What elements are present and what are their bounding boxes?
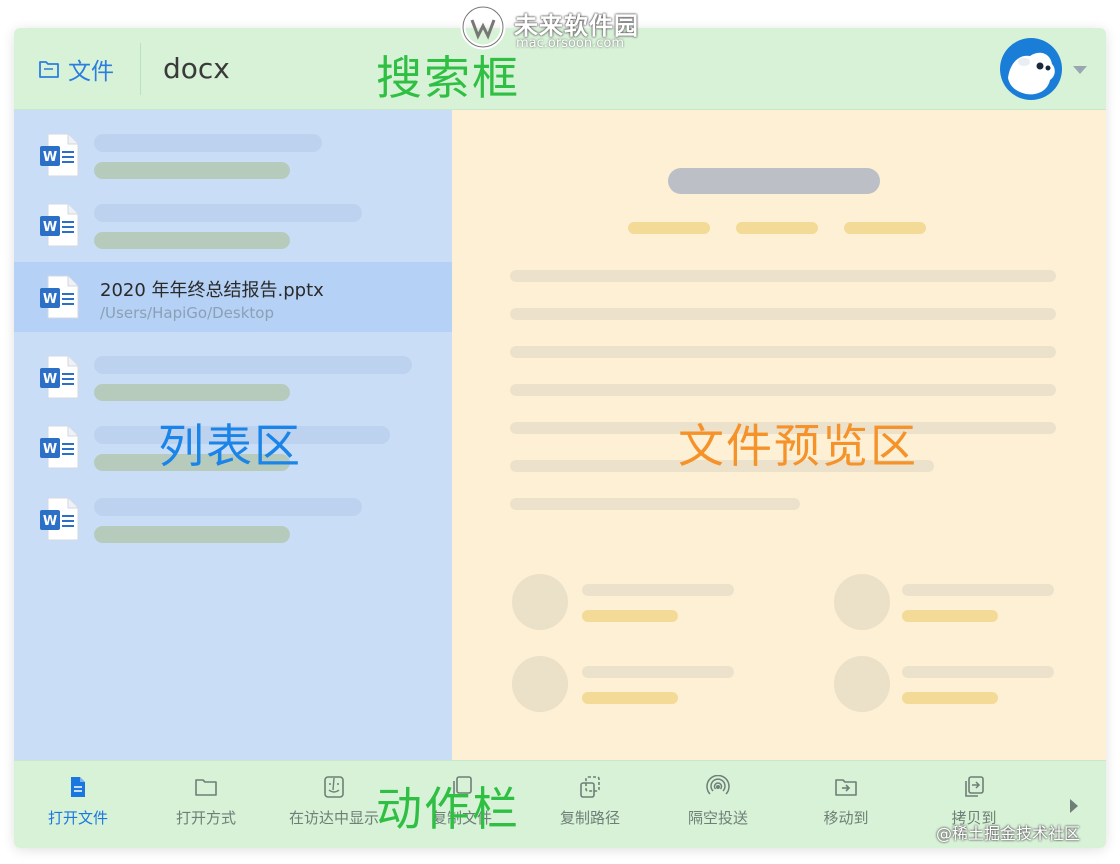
placeholder-line: [94, 384, 290, 401]
word-document-icon: W: [40, 425, 79, 469]
placeholder-line: [94, 498, 362, 516]
account-dropdown-caret-icon[interactable]: [1073, 66, 1087, 74]
action-label: 打开方式: [175, 809, 236, 827]
more-actions-arrow-icon[interactable]: [1070, 799, 1078, 813]
preview-tag-placeholder: [582, 692, 678, 704]
copy-to-icon: [965, 776, 984, 797]
preview-tag-placeholder: [902, 610, 998, 622]
document-icon: [71, 777, 85, 797]
credit-watermark: @稀土掘金技术社区: [936, 824, 1081, 843]
list-item[interactable]: W: [14, 180, 452, 250]
placeholder-line: [94, 356, 412, 374]
copy-path-icon: [580, 776, 600, 798]
preview-tag-placeholder: [902, 692, 998, 704]
placeholder-line: [94, 204, 362, 222]
preview-line-placeholder: [510, 308, 1056, 320]
svg-text:W: W: [43, 514, 57, 529]
preview-avatar-placeholder: [834, 574, 890, 630]
preview-line-placeholder: [510, 498, 800, 510]
action-bar-annotation: 动作栏: [376, 782, 520, 836]
svg-text:W: W: [43, 442, 57, 457]
preview-line-placeholder: [582, 666, 734, 678]
preview-line-placeholder: [510, 384, 1056, 396]
site-watermark: 未来软件园 mac.orsoon.com: [460, 4, 660, 52]
action-label: 隔空投送: [687, 809, 748, 827]
svg-text:W: W: [43, 372, 57, 387]
action-move-to[interactable]: 移动到: [782, 775, 910, 839]
preview-tag-placeholder: [582, 610, 678, 622]
action-label: 复制路径: [559, 809, 620, 827]
list-item[interactable]: W: [14, 110, 452, 180]
search-scope-label: 文件: [68, 58, 114, 85]
list-item-selected[interactable]: W 2020 年年终总结报告.pptx /Users/HapiGo/Deskto…: [14, 262, 452, 332]
folder-icon: [195, 779, 217, 796]
file-scope-icon: [39, 60, 59, 78]
placeholder-line: [94, 162, 290, 179]
preview-avatar-placeholder: [512, 574, 568, 630]
site-watermark-url: mac.orsoon.com: [516, 36, 625, 51]
file-preview: 文件预览区: [452, 110, 1106, 760]
preview-line-placeholder: [582, 584, 734, 596]
preview-avatar-placeholder: [512, 656, 568, 712]
mascot-icon: [1008, 52, 1055, 95]
preview-tag-placeholder: [736, 222, 818, 234]
search-scope-button[interactable]: 文件: [14, 28, 140, 109]
action-open-with[interactable]: 打开方式: [142, 775, 270, 839]
word-document-icon: W: [40, 275, 79, 319]
svg-text:W: W: [43, 150, 57, 165]
hapigo-window: 文件 搜索框 W: [14, 28, 1106, 848]
preview-line-placeholder: [510, 270, 1056, 282]
preview-tag-placeholder: [628, 222, 710, 234]
preview-title-placeholder: [668, 168, 880, 194]
svg-text:W: W: [43, 220, 57, 235]
site-logo-icon: [460, 4, 506, 50]
preview-avatar-placeholder: [834, 656, 890, 712]
action-airdrop[interactable]: 隔空投送: [654, 775, 782, 839]
placeholder-line: [94, 232, 290, 249]
list-item[interactable]: W: [14, 474, 452, 544]
preview-line-placeholder: [902, 666, 1054, 678]
word-document-icon: W: [40, 497, 79, 541]
placeholder-line: [94, 134, 322, 152]
svg-text:W: W: [43, 292, 57, 307]
search-input[interactable]: [163, 52, 343, 85]
list-item-name: 2020 年年终总结报告.pptx: [100, 280, 324, 301]
action-label: 打开文件: [47, 809, 108, 827]
action-open-file[interactable]: 打开文件: [14, 775, 142, 839]
list-item[interactable]: W: [14, 332, 452, 402]
word-document-icon: W: [40, 133, 79, 177]
finder-icon: [324, 776, 344, 798]
word-document-icon: W: [40, 355, 79, 399]
word-document-icon: W: [40, 203, 79, 247]
preview-line-placeholder: [510, 346, 1056, 358]
user-avatar[interactable]: [1000, 38, 1062, 100]
preview-area-annotation: 文件预览区: [678, 419, 918, 473]
list-area-annotation: 列表区: [158, 419, 302, 473]
action-copy-path[interactable]: 复制路径: [526, 775, 654, 839]
action-label: 移动到: [823, 809, 869, 827]
placeholder-line: [94, 526, 290, 543]
airdrop-icon: [706, 775, 730, 795]
list-item-path: /Users/HapiGo/Desktop: [100, 304, 274, 322]
move-folder-icon: [835, 779, 857, 796]
preview-line-placeholder: [902, 584, 1054, 596]
preview-tag-placeholder: [844, 222, 926, 234]
search-divider: [140, 42, 141, 95]
result-list: W W W 2020 年年终总结报告.pptx /Users/HapiGo/De…: [14, 110, 452, 760]
